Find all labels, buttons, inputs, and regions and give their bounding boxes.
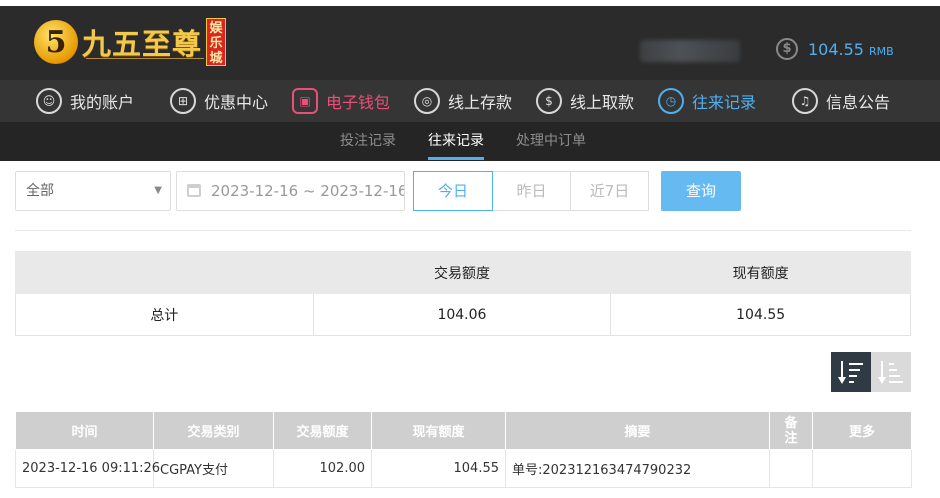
nav-label: 优惠中心 (204, 93, 269, 112)
nav-label: 线上取款 (570, 93, 635, 112)
deposit-icon: ◎ (414, 88, 440, 114)
nav-item-e-wallet[interactable]: ▣ 电子钱包 (292, 86, 390, 116)
sort-toggle (831, 352, 911, 392)
history-icon: ◷ (658, 88, 684, 114)
range-yesterday-button[interactable]: 昨日 (492, 171, 571, 211)
query-button[interactable]: 查询 (661, 171, 741, 211)
col-note: 备注 (769, 411, 813, 450)
withdraw-icon: $ (536, 88, 562, 114)
cell-time: 2023-12-16 09:11:26 (15, 449, 160, 488)
nav-item-online-deposit[interactable]: ◎ 线上存款 (414, 86, 512, 116)
summary-header-trade: 交易额度 (312, 251, 612, 294)
coin-icon: $ (776, 38, 798, 60)
logo-text: 九五至尊 (82, 27, 203, 61)
cell-balance: 104.55 (371, 449, 506, 488)
range-7days-button[interactable]: 近7日 (570, 171, 649, 211)
tab-transaction-records[interactable]: 往来记录 (428, 122, 484, 160)
cell-more[interactable] (812, 449, 912, 488)
col-summary: 摘要 (505, 411, 770, 450)
nav-label: 电子钱包 (326, 93, 391, 112)
main-nav: ☺ 我的账户 ⊞ 优惠中心 ▣ 电子钱包 ◎ 线上存款 $ 线上取款 ◷ 往来记… (0, 80, 940, 122)
balance-unit: RMB (868, 44, 894, 58)
sub-nav: 投注记录 往来记录 处理中订单 (0, 122, 940, 161)
records-table: 时间 交易类别 交易额度 现有额度 摘要 备注 更多 2023-12-16 09… (15, 411, 912, 488)
sort-asc-button[interactable] (871, 352, 911, 392)
bell-icon: ♫ (792, 88, 818, 114)
range-today-button[interactable]: 今日 (413, 171, 493, 211)
nav-item-my-account[interactable]: ☺ 我的账户 (36, 86, 134, 116)
user-icon: ☺ (36, 88, 62, 114)
col-more: 更多 (812, 411, 912, 450)
nav-item-transaction-history[interactable]: ◷ 往来记录 (658, 86, 756, 116)
gift-icon: ⊞ (170, 88, 196, 114)
date-range-value: 2023-12-16 ~ 2023-12-16 (211, 182, 405, 200)
cell-amount: 102.00 (273, 449, 372, 488)
cell-summary: 单号:202312163474790232 (505, 449, 770, 488)
cell-type: CGPAY支付 (153, 449, 274, 488)
nav-label: 线上存款 (448, 93, 513, 112)
col-balance: 现有额度 (371, 411, 506, 450)
sort-desc-icon (838, 361, 864, 384)
chevron-down-icon: ▼ (154, 185, 162, 196)
type-select-value: 全部 (26, 183, 54, 199)
type-select[interactable]: 全部 ▼ (15, 171, 171, 211)
col-amount: 交易额度 (273, 411, 372, 450)
summary-header-blank (15, 251, 314, 294)
summary-trade-amount: 104.06 (312, 293, 612, 336)
nav-label: 信息公告 (826, 93, 891, 112)
summary-current-amount: 104.55 (610, 293, 911, 336)
logo-emblem: 5 (34, 20, 78, 64)
col-time: 时间 (15, 411, 154, 450)
summary-total-row: 总计 104.06 104.55 (15, 293, 911, 336)
blurred-username (640, 40, 740, 62)
nav-label: 我的账户 (70, 93, 135, 112)
logo-ornament (86, 58, 204, 64)
summary-table: 交易额度 现有额度 总计 104.06 104.55 (15, 251, 911, 336)
nav-item-promotions[interactable]: ⊞ 优惠中心 (170, 86, 268, 116)
site-header: 5 九五至尊 娱乐城 $ 104.55 RMB (0, 0, 940, 80)
records-header-row: 时间 交易类别 交易额度 现有额度 摘要 备注 更多 (15, 411, 912, 450)
divider (15, 230, 911, 231)
logo-badge: 娱乐城 (206, 18, 227, 66)
calendar-icon (187, 184, 201, 197)
summary-header-current: 现有额度 (610, 251, 911, 294)
nav-item-announcements[interactable]: ♫ 信息公告 (792, 86, 890, 116)
summary-row-label: 总计 (15, 293, 314, 336)
nav-label: 往来记录 (692, 93, 757, 112)
quick-range-group: 今日 昨日 近7日 (413, 171, 649, 211)
wallet-icon: ▣ (292, 88, 318, 114)
tab-bet-records[interactable]: 投注记录 (340, 122, 396, 161)
cell-note (769, 449, 813, 488)
summary-header-row: 交易额度 现有额度 (15, 251, 911, 294)
sort-asc-icon (878, 361, 904, 384)
tab-pending-orders[interactable]: 处理中订单 (516, 122, 586, 161)
wallet-balance: $ 104.55 RMB (776, 38, 894, 60)
date-range-input[interactable]: 2023-12-16 ~ 2023-12-16 (176, 171, 405, 211)
sort-desc-button[interactable] (831, 352, 871, 392)
col-type: 交易类别 (153, 411, 274, 450)
table-row: 2023-12-16 09:11:26 CGPAY支付 102.00 104.5… (15, 449, 912, 488)
nav-item-online-withdraw[interactable]: $ 线上取款 (536, 86, 634, 116)
balance-amount: 104.55 (808, 39, 864, 59)
